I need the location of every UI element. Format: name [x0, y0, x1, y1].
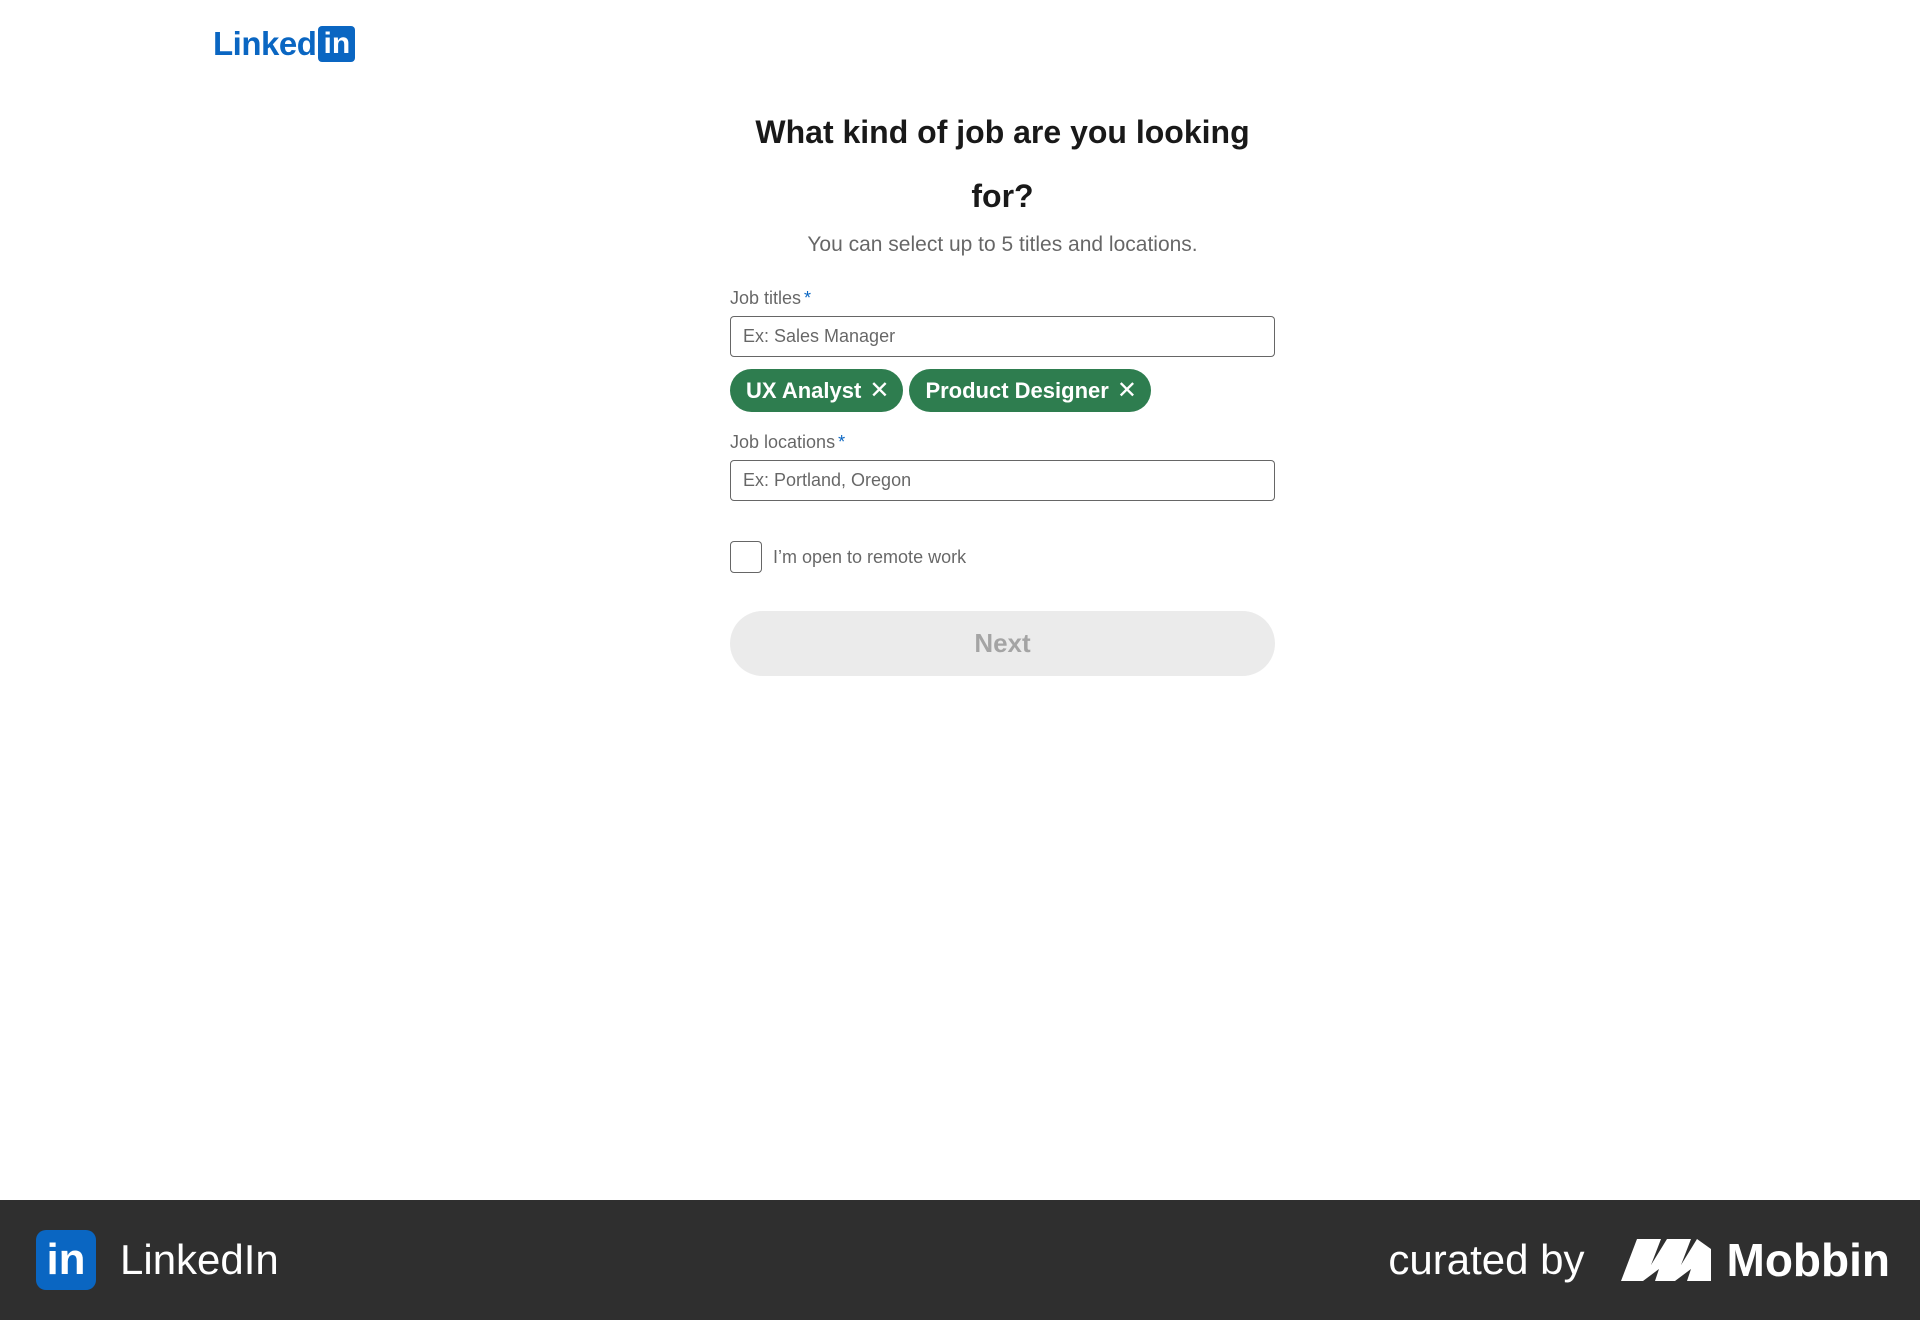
job-preferences-form: What kind of job are you looking for? Yo…	[730, 100, 1275, 676]
chip-ux-analyst[interactable]: UX Analyst ✕	[730, 369, 904, 412]
close-icon[interactable]: ✕	[1117, 378, 1137, 403]
page: Linked in What kind of job are you looki…	[0, 0, 1920, 1320]
job-locations-label: Job locations *	[730, 432, 846, 452]
job-locations-input[interactable]	[730, 460, 1275, 501]
required-mark: *	[838, 432, 846, 452]
remote-work-checkbox[interactable]	[730, 541, 762, 573]
mobbin-logo-icon	[1620, 1239, 1711, 1281]
footer-curator: curated by Mobbin	[1388, 1233, 1890, 1287]
mobbin-wordmark: Mobbin	[1726, 1234, 1891, 1286]
footer-app-brand: in LinkedIn	[36, 1230, 279, 1290]
remote-work-label[interactable]: I’m open to remote work	[773, 547, 966, 568]
chip-product-designer[interactable]: Product Designer ✕	[909, 369, 1151, 412]
job-titles-input[interactable]	[730, 316, 1275, 357]
job-titles-field: Job titles* UX Analyst ✕ Product Designe…	[730, 286, 1275, 412]
job-titles-label: Job titles *	[730, 288, 812, 308]
footer-banner: in LinkedIn curated by Mobbin	[0, 1200, 1920, 1320]
page-title: What kind of job are you looking for?	[755, 114, 1250, 214]
chip-label: UX Analyst	[746, 377, 862, 403]
page-subtitle: You can select up to 5 titles and locati…	[807, 233, 1198, 256]
curated-by-text: curated by	[1388, 1236, 1585, 1283]
close-icon[interactable]: ✕	[869, 378, 889, 403]
required-mark: *	[804, 288, 812, 308]
footer-app-name: LinkedIn	[120, 1236, 279, 1283]
remote-work-option: I’m open to remote work	[730, 541, 1275, 573]
logo-wordmark: Linked	[213, 25, 317, 62]
chip-label: Product Designer	[925, 377, 1109, 403]
linkedin-app-icon: in	[36, 1230, 96, 1290]
next-button[interactable]: Next	[730, 611, 1275, 676]
logo-in-box: in	[318, 26, 356, 62]
linkedin-logo[interactable]: Linked in	[213, 25, 356, 62]
job-title-chips: UX Analyst ✕ Product Designer ✕	[730, 369, 1275, 412]
job-locations-field: Job locations *	[730, 430, 1275, 501]
